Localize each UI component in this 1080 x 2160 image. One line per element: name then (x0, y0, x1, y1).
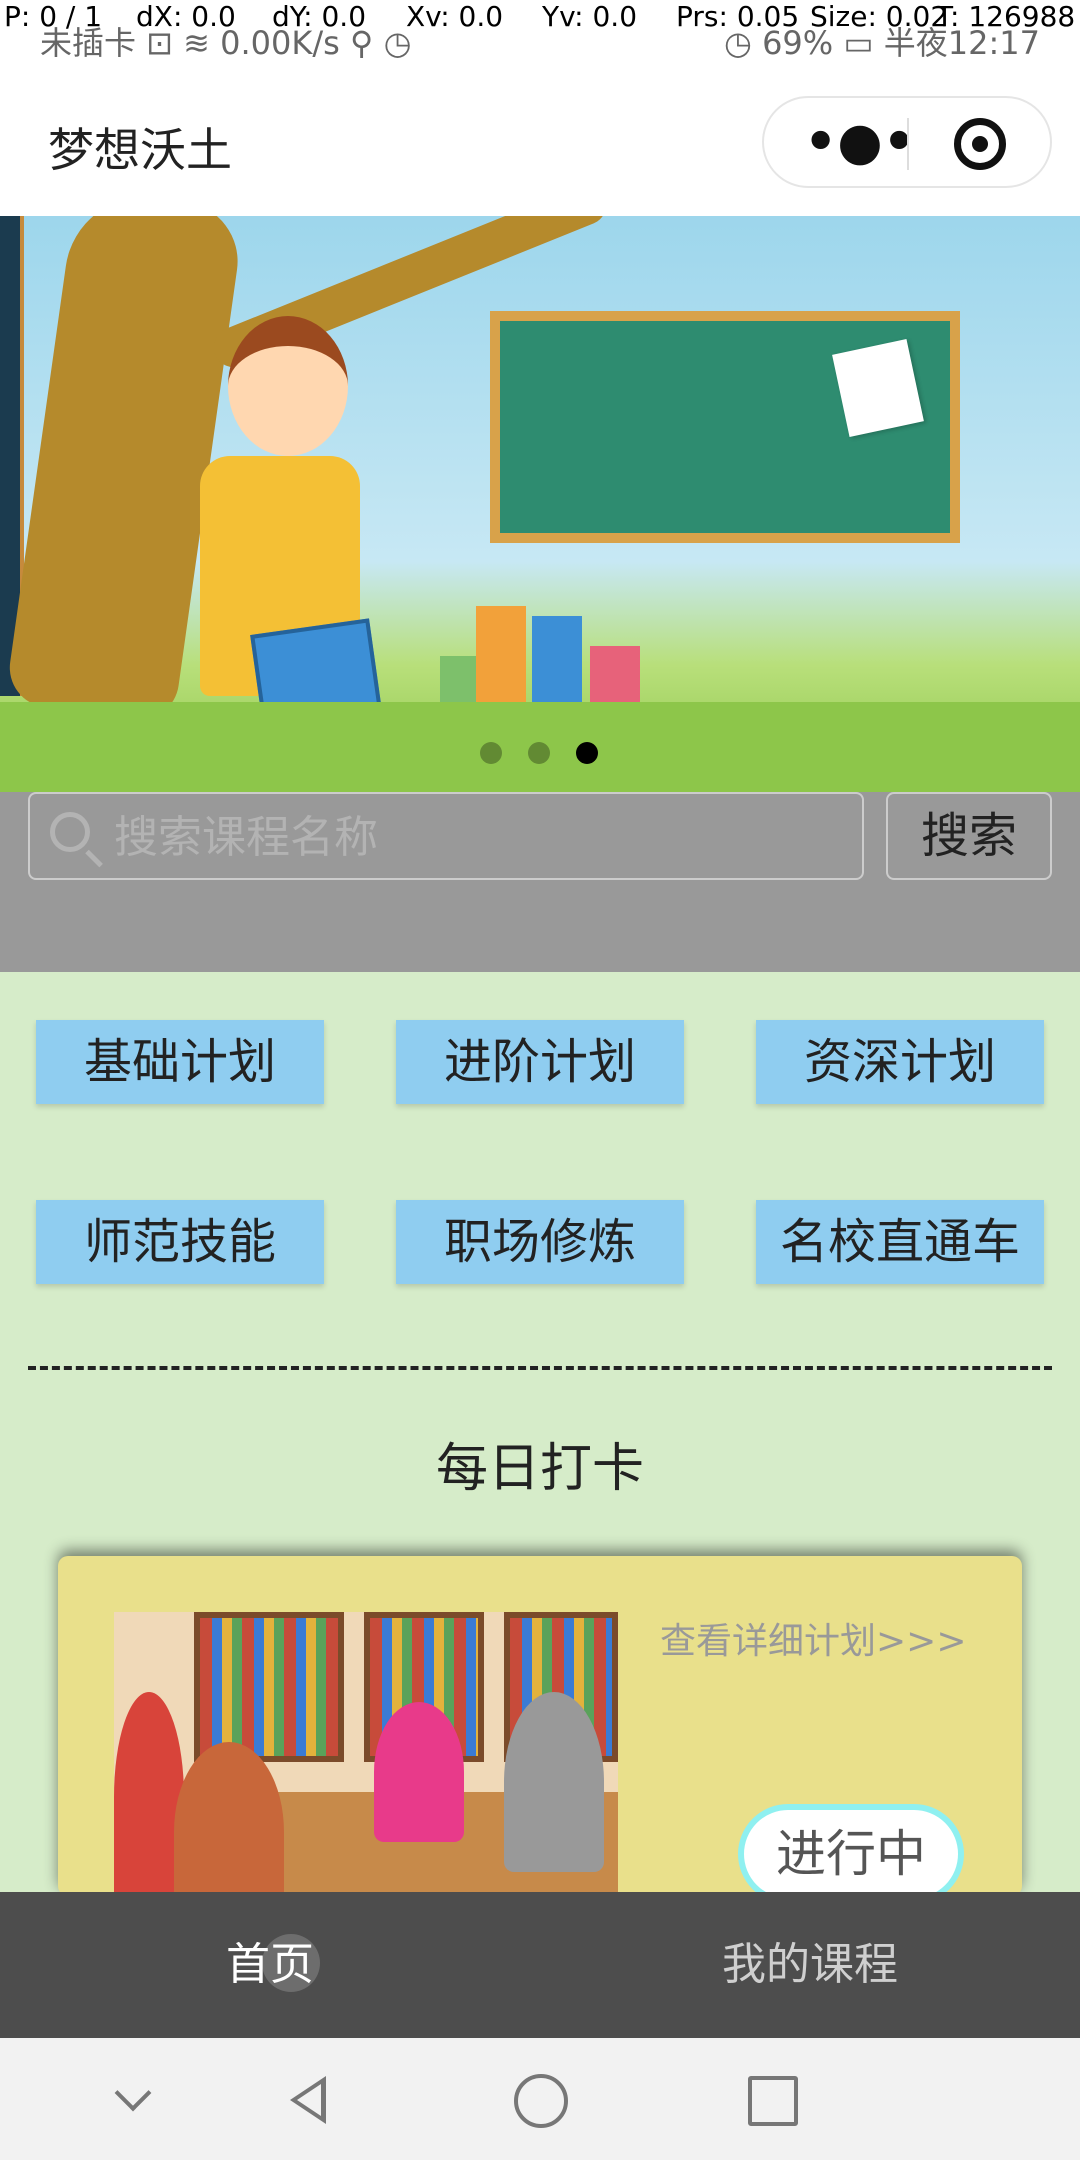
carousel-dot[interactable] (528, 742, 550, 764)
tab-my-courses-label: 我的课程 (722, 1939, 898, 1990)
in-progress-badge[interactable]: 进行中 (738, 1804, 964, 1896)
system-status: 未插卡 ⊡ ≋ 0.00K/s ⚲ ◷ ◷ 69% ▭ 半夜12:17 (0, 18, 1080, 62)
search-box[interactable] (28, 792, 864, 880)
bookshelf (194, 1612, 344, 1762)
category-basic-plan[interactable]: 基础计划 (36, 1020, 324, 1104)
bottom-tab-bar: 首页 我的课程 (0, 1892, 1080, 2038)
status-bar: P: 0 / 1 dX: 0.0 dY: 0.0 Xv: 0.0 Yv: 0.0… (0, 0, 1080, 66)
close-target-icon[interactable] (954, 118, 1006, 170)
library-image (114, 1612, 618, 1896)
touch-ripple (262, 1934, 320, 1992)
view-detail-plan-link[interactable]: 查看详细计划>>> (660, 1612, 967, 1664)
search-icon (50, 812, 90, 852)
collapse-chevron-icon[interactable] (76, 2038, 196, 2160)
category-advanced-plan[interactable]: 进阶计划 (396, 1020, 684, 1104)
status-right: ◷ 69% ▭ 半夜12:17 (723, 24, 1040, 62)
capsule-menu: •●• (762, 96, 1052, 188)
student-figure (174, 1742, 284, 1896)
app-header: 梦想沃土 •●• (0, 66, 1080, 216)
search-button[interactable]: 搜索 (886, 792, 1052, 880)
tab-my-courses[interactable]: 我的课程 (540, 1892, 1080, 2038)
daily-checkin-title: 每日打卡 (435, 1439, 644, 1499)
category-teaching-skills[interactable]: 师范技能 (36, 1200, 324, 1284)
capsule-divider (907, 118, 909, 170)
status-left: 未插卡 ⊡ ≋ 0.00K/s ⚲ ◷ (40, 24, 412, 62)
carousel-dot-active[interactable] (576, 742, 598, 764)
system-nav-bar (0, 2038, 1080, 2160)
checkin-card[interactable]: 查看详细计划>>> 进行中 (58, 1556, 1022, 1896)
recent-apps-square-icon[interactable] (710, 2038, 830, 2160)
more-icon[interactable]: •●• (804, 116, 916, 168)
app-title: 梦想沃土 (48, 123, 232, 177)
category-top-school-express[interactable]: 名校直通车 (756, 1200, 1044, 1284)
carousel-dots (0, 742, 1080, 766)
tab-home[interactable]: 首页 (0, 1892, 540, 2038)
student-figure (504, 1692, 604, 1872)
student-figure (374, 1702, 464, 1842)
search-input[interactable] (114, 804, 834, 870)
dashed-divider (28, 1366, 1052, 1370)
category-career-training[interactable]: 职场修炼 (396, 1200, 684, 1284)
home-circle-icon[interactable] (480, 2038, 600, 2160)
banner-carousel[interactable] (0, 216, 1080, 792)
banner-girl-head (228, 316, 348, 456)
search-area: 搜索 (0, 792, 1080, 972)
back-triangle-icon[interactable] (248, 2038, 368, 2160)
carousel-dot[interactable] (480, 742, 502, 764)
category-senior-plan[interactable]: 资深计划 (756, 1020, 1044, 1104)
